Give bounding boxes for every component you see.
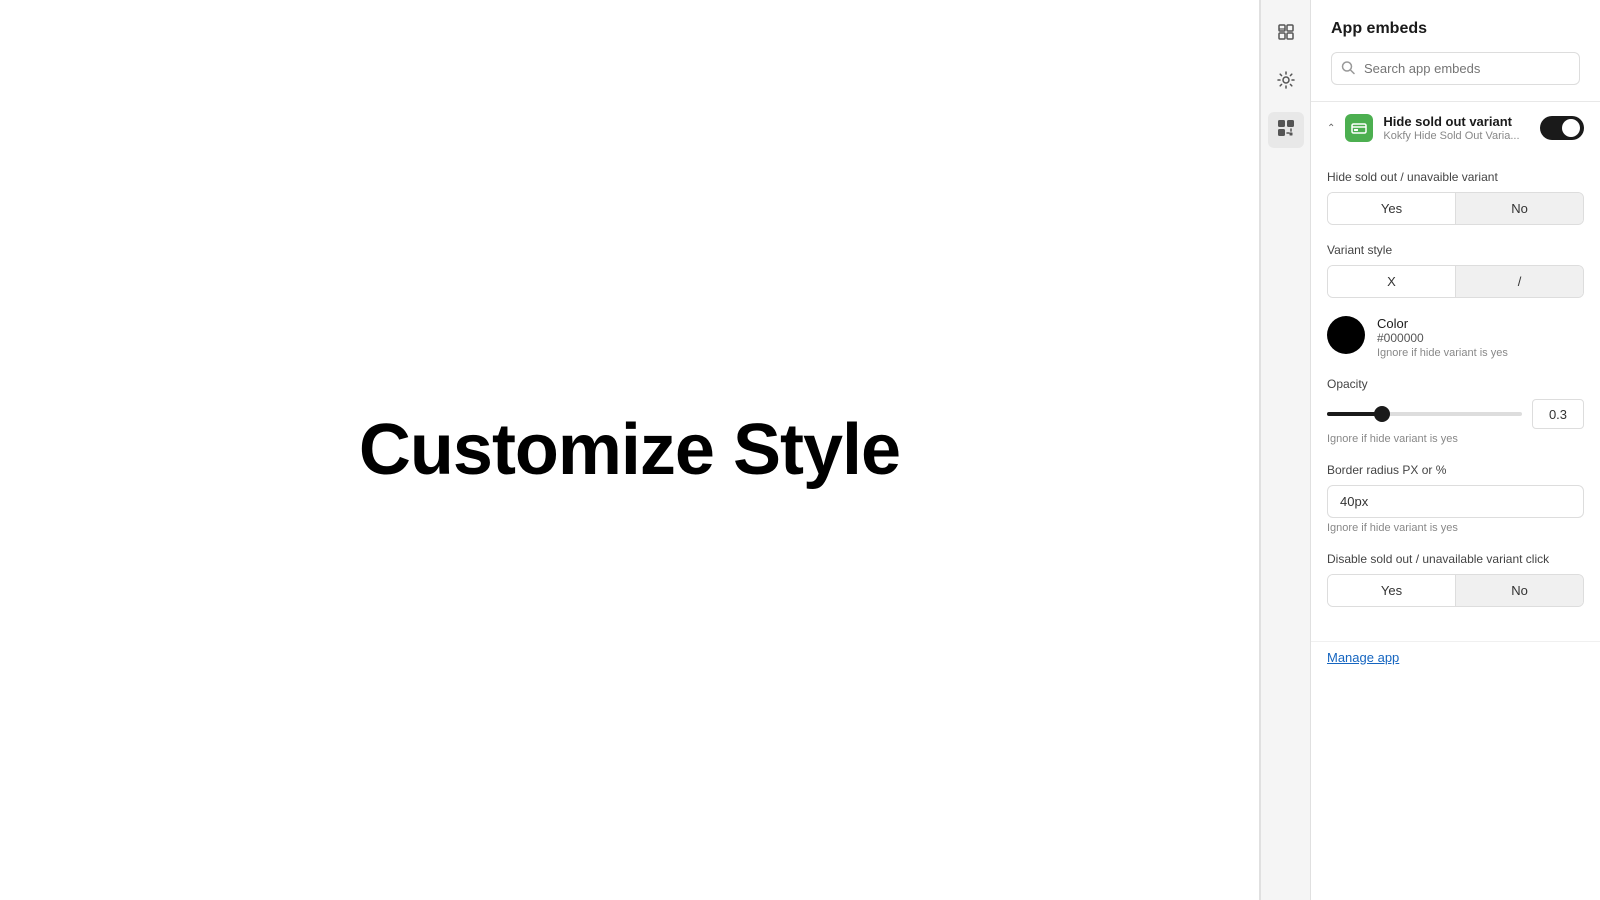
app-embeds-panel: App embeds ⌃ xyxy=(1310,0,1600,900)
settings-icon xyxy=(1276,70,1296,95)
hide-variant-yes-btn[interactable]: Yes xyxy=(1328,193,1455,224)
layout-icon xyxy=(1276,22,1296,47)
chevron-up-icon: ⌃ xyxy=(1327,123,1335,134)
color-label: Color xyxy=(1377,316,1508,331)
variant-style-slash-btn[interactable]: / xyxy=(1456,266,1583,297)
embed-subname: Kokfy Hide Sold Out Varia... xyxy=(1383,130,1530,142)
border-radius-input[interactable] xyxy=(1327,485,1584,518)
settings-icon-btn[interactable] xyxy=(1268,64,1304,100)
opacity-slider[interactable] xyxy=(1327,406,1522,422)
icon-strip xyxy=(1260,0,1310,900)
toggle-slider xyxy=(1540,116,1584,140)
color-info: Color #000000 Ignore if hide variant is … xyxy=(1377,316,1508,359)
app-icon xyxy=(1345,114,1373,142)
slider-track xyxy=(1327,412,1522,416)
panel-header: App embeds xyxy=(1311,0,1600,102)
main-canvas: Customize Style xyxy=(0,0,1259,900)
sidebar-wrapper: App embeds ⌃ xyxy=(1259,0,1600,900)
variant-style-label: Variant style xyxy=(1327,243,1584,257)
hide-variant-btn-group: Yes No xyxy=(1327,192,1584,225)
color-swatch[interactable] xyxy=(1327,316,1365,354)
apps-icon-btn[interactable] xyxy=(1268,112,1304,148)
variant-style-btn-group: X / xyxy=(1327,265,1584,298)
hide-variant-label: Hide sold out / unavaible variant xyxy=(1327,170,1584,184)
embed-item-header[interactable]: ⌃ Hide sold out variant Kokfy Hide Sold … xyxy=(1311,102,1600,154)
apps-icon xyxy=(1276,118,1296,143)
embed-toggle[interactable] xyxy=(1540,116,1584,140)
opacity-hint: Ignore if hide variant is yes xyxy=(1327,433,1584,445)
variant-style-x-btn[interactable]: X xyxy=(1328,266,1455,297)
embed-item: ⌃ Hide sold out variant Kokfy Hide Sold … xyxy=(1311,102,1600,642)
disable-click-no-btn[interactable]: No xyxy=(1456,575,1583,606)
disable-click-label: Disable sold out / unavailable variant c… xyxy=(1327,552,1584,566)
opacity-section: Opacity 0.3 Ignore if hide variant is ye… xyxy=(1327,377,1584,445)
slider-thumb xyxy=(1374,406,1390,422)
layout-icon-btn[interactable] xyxy=(1268,16,1304,52)
opacity-label: Opacity xyxy=(1327,377,1584,391)
search-input[interactable] xyxy=(1331,52,1580,85)
border-radius-label: Border radius PX or % xyxy=(1327,463,1584,477)
panel-title: App embeds xyxy=(1331,20,1580,38)
hide-variant-no-btn[interactable]: No xyxy=(1456,193,1583,224)
color-value: #000000 xyxy=(1377,331,1508,345)
border-radius-hint: Ignore if hide variant is yes xyxy=(1327,522,1584,534)
disable-click-btn-group: Yes No xyxy=(1327,574,1584,607)
manage-app-link[interactable]: Manage app xyxy=(1311,642,1600,681)
opacity-value-box: 0.3 xyxy=(1532,399,1584,429)
page-title: Customize Style xyxy=(359,409,900,491)
disable-click-section: Disable sold out / unavailable variant c… xyxy=(1327,552,1584,607)
hide-variant-section: Hide sold out / unavaible variant Yes No xyxy=(1327,170,1584,225)
color-hint: Ignore if hide variant is yes xyxy=(1377,347,1508,359)
color-row: Color #000000 Ignore if hide variant is … xyxy=(1327,316,1584,359)
embed-name: Hide sold out variant xyxy=(1383,114,1530,129)
border-radius-section: Border radius PX or % Ignore if hide var… xyxy=(1327,463,1584,534)
opacity-row: 0.3 xyxy=(1327,399,1584,429)
settings-content: Hide sold out / unavaible variant Yes No… xyxy=(1311,154,1600,641)
embed-name-wrap: Hide sold out variant Kokfy Hide Sold Ou… xyxy=(1383,114,1530,142)
disable-click-yes-btn[interactable]: Yes xyxy=(1328,575,1455,606)
color-section: Color #000000 Ignore if hide variant is … xyxy=(1327,316,1584,359)
search-box xyxy=(1331,52,1580,85)
variant-style-section: Variant style X / xyxy=(1327,243,1584,298)
search-icon xyxy=(1341,60,1355,77)
